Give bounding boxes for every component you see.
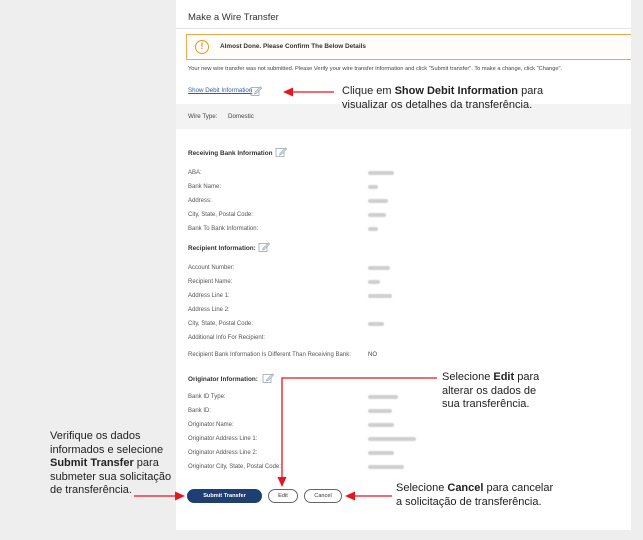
originator-title: Originator Information:	[188, 376, 258, 383]
account-number-value	[368, 266, 390, 270]
recipient-name-value	[368, 280, 380, 284]
address-line1-label: Address Line 1:	[188, 293, 230, 299]
notice-text: Your new wire transfer was not submitted…	[188, 66, 563, 72]
confirm-alert: ! Almost Done. Please Confirm The Below …	[186, 34, 631, 60]
bank-to-bank-value	[368, 227, 378, 231]
different-bank-label: Recipient Bank Information Is Different …	[188, 352, 351, 358]
originator-name-label: Originator Name:	[188, 422, 234, 428]
submit-transfer-button[interactable]: Submit Transfer	[187, 489, 262, 503]
recipient-city-label: City, State, Postal Code:	[188, 321, 253, 327]
recipient-name-label: Recipient Name:	[188, 279, 233, 285]
callout-edit: Selecione Edit para alterar os dados de …	[442, 371, 540, 410]
originator-name-value	[368, 423, 394, 427]
page-title: Make a Wire Transfer	[188, 12, 279, 23]
edit-button[interactable]: Edit	[268, 489, 298, 503]
edit-receiving-bank-icon[interactable]	[275, 146, 287, 158]
wire-type-label: Wire Type:	[188, 113, 218, 120]
warning-icon: !	[195, 40, 209, 54]
address-line2-label: Address Line 2:	[188, 307, 230, 313]
bank-to-bank-label: Bank To Bank Information:	[188, 226, 259, 232]
address-value	[368, 199, 388, 203]
receiving-bank-title: Receiving Bank Information	[188, 150, 273, 157]
additional-info-label: Additional Info For Recipient:	[188, 335, 266, 341]
aba-value	[368, 171, 394, 175]
address-line1-value	[368, 294, 392, 298]
originator-address1-value	[368, 437, 416, 441]
wire-type-value: Domestic	[228, 113, 254, 120]
originator-city-value	[368, 465, 404, 469]
recipient-title: Recipient Information:	[188, 245, 256, 252]
callout-cancel: Selecione Cancel para cancelar a solicit…	[396, 482, 554, 508]
bank-id-value	[368, 409, 392, 413]
edit-debit-icon[interactable]	[250, 85, 262, 97]
bank-name-label: Bank Name:	[188, 184, 222, 190]
originator-address2-label: Originator Address Line 2:	[188, 450, 258, 456]
title-divider	[176, 28, 631, 29]
aba-label: ABA:	[188, 170, 202, 176]
wire-transfer-card: Make a Wire Transfer ! Almost Done. Plea…	[176, 0, 631, 530]
city-state-label: City, State, Postal Code:	[188, 212, 253, 218]
originator-address1-label: Originator Address Line 1:	[188, 436, 258, 442]
callout-submit: Verifique os dados informados e selecion…	[50, 430, 172, 496]
city-state-value	[368, 213, 386, 217]
different-bank-value: NO	[368, 352, 377, 358]
edit-originator-icon[interactable]	[262, 372, 274, 384]
show-debit-information-link[interactable]: Show Debit Information	[188, 87, 252, 94]
originator-city-label: Originator City, State, Postal Code:	[188, 464, 281, 470]
bank-id-type-label: Bank ID Type:	[188, 394, 226, 400]
callout-debit: Clique em Show Debit Information para vi…	[342, 85, 544, 111]
cancel-button[interactable]: Cancel	[304, 489, 342, 503]
recipient-city-value	[368, 322, 384, 326]
originator-address2-value	[368, 451, 394, 455]
account-number-label: Account Number:	[188, 265, 235, 271]
address-label: Address:	[188, 198, 212, 204]
alert-text: Almost Done. Please Confirm The Below De…	[220, 43, 366, 50]
bank-name-value	[368, 185, 378, 189]
bank-id-label: Bank ID:	[188, 408, 212, 414]
bank-id-type-value	[368, 395, 398, 399]
edit-recipient-icon[interactable]	[258, 241, 270, 253]
